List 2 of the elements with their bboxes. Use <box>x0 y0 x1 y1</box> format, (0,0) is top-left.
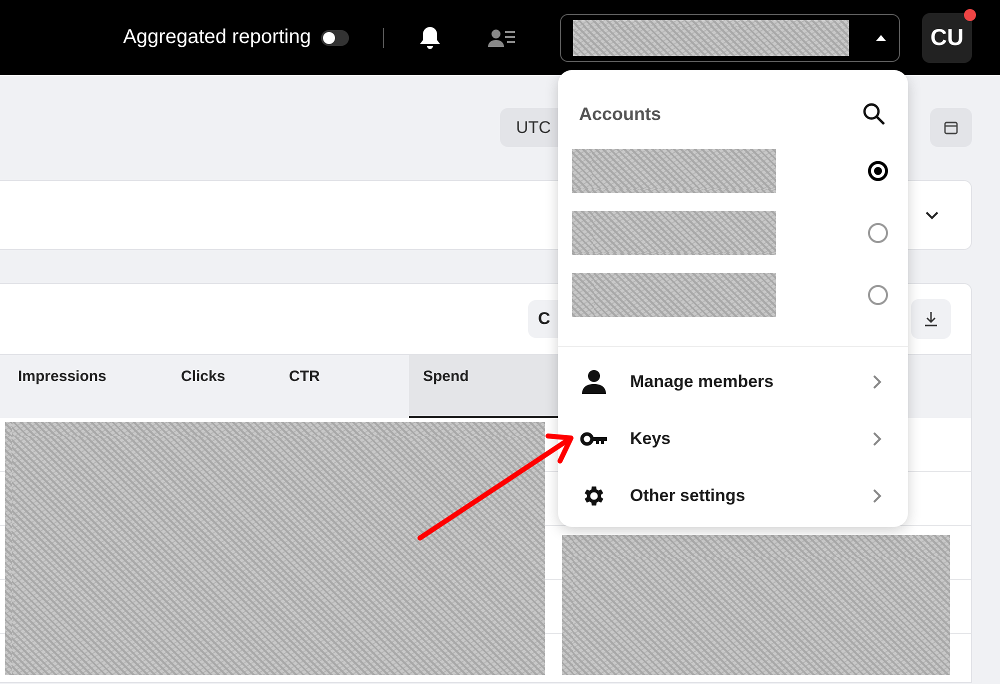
menu-title: Accounts <box>579 104 662 124</box>
aggregated-reporting-label: Aggregated reporting <box>123 26 311 49</box>
